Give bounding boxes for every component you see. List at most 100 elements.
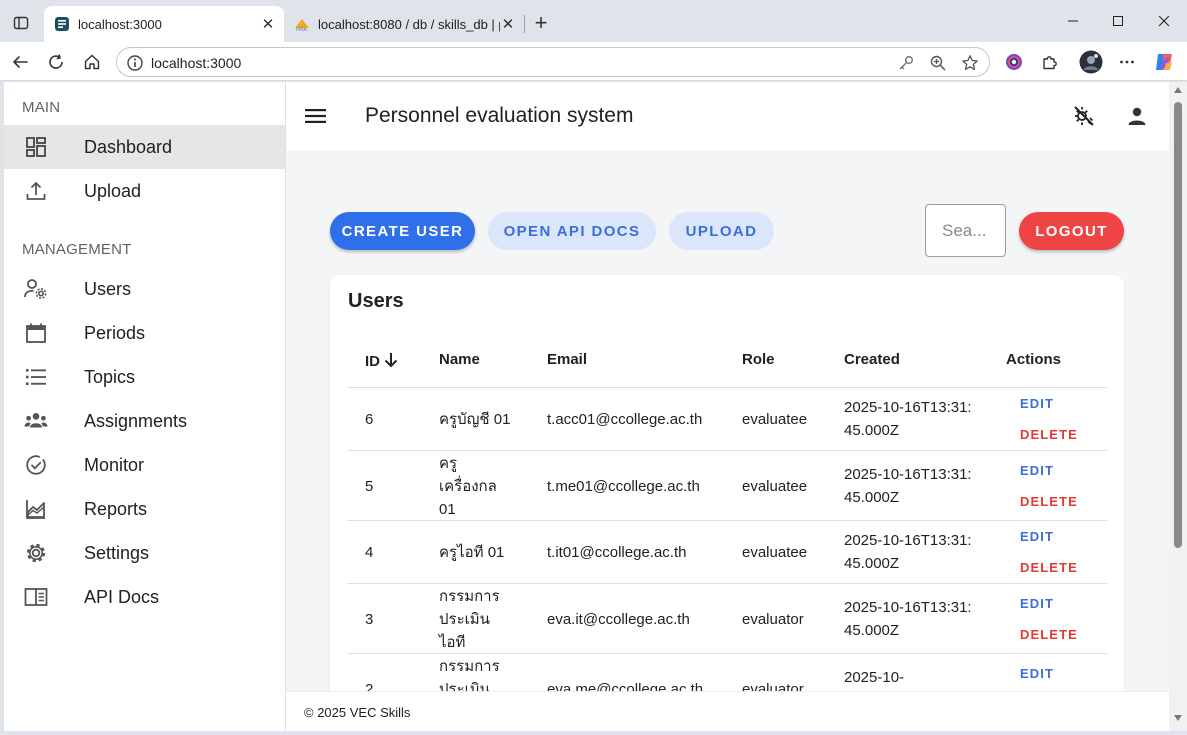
menu-icon[interactable] [304,104,328,128]
browser-tabstrip: localhost:3000 ✕ PMA localhost:8080 / db… [0,0,1187,42]
back-icon[interactable] [8,50,32,74]
cell-name: ครูบัญชี 01 [439,411,511,428]
close-window-icon[interactable] [1152,10,1176,32]
tab-title: localhost:8080 / db / skills_db | ph [318,16,500,32]
upload-icon [24,179,48,203]
browser-toolbar: localhost:3000 [0,42,1187,81]
svg-text:PMA: PMA [296,27,307,32]
favorite-star-icon[interactable] [961,54,979,72]
users-gear-icon [24,277,48,301]
more-options-icon[interactable] [1115,50,1139,74]
sidebar-item-reports[interactable]: Reports [4,487,285,531]
page-title: Personnel evaluation system [365,104,634,127]
footer-copyright: © 2025 VEC Skills [304,705,411,720]
edit-button[interactable]: EDIT [1020,463,1054,478]
scrollbar-thumb[interactable] [1174,102,1182,548]
delete-button[interactable]: DELETE [1020,560,1078,575]
profile-avatar[interactable] [1079,50,1103,74]
zoom-icon[interactable] [929,54,947,72]
sidebar-item-dashboard[interactable]: Dashboard [4,125,285,169]
page-scrollbar[interactable] [1169,82,1187,731]
close-tab-icon[interactable]: ✕ [260,16,276,33]
cell-email: t.me01@ccollege.ac.th [547,478,700,495]
browser-tab-inactive[interactable]: PMA localhost:8080 / db / skills_db | ph… [284,6,524,42]
sidebar-item-label: Users [84,278,132,299]
site-info-icon[interactable] [126,54,144,72]
sidebar-item-label: Reports [84,498,148,519]
scroll-up-arrow-icon[interactable] [1174,87,1182,93]
logout-button[interactable]: LOGOUT [1019,212,1124,250]
cell-created: 2025-10-16T13:31:45.000Z [844,599,972,639]
page-favicon-icon [55,17,69,31]
cell-role: evaluatee [742,411,808,428]
search-field [925,204,1006,257]
column-header-created[interactable]: Created [844,351,900,368]
delete-button[interactable]: DELETE [1020,627,1078,642]
extensions-puzzle-icon[interactable] [1038,50,1062,74]
calendar-icon [24,321,48,345]
cell-id: 4 [365,544,374,561]
minimize-icon[interactable] [1061,10,1085,32]
sidebar-item-label: Monitor [84,454,145,475]
section-label-management: MANAGEMENT [22,241,132,258]
edit-button[interactable]: EDIT [1020,529,1054,544]
maximize-icon[interactable] [1106,10,1130,32]
edit-button[interactable]: EDIT [1020,596,1054,611]
cell-name: ครูไอที 01 [439,544,505,561]
open-api-docs-button[interactable]: OPEN API DOCS [488,212,656,250]
column-header-id[interactable]: ID [365,351,400,370]
edit-button[interactable]: EDIT [1020,396,1054,411]
home-icon[interactable] [80,50,104,74]
extension-color-icon[interactable] [1002,50,1026,74]
sidebar-item-settings[interactable]: Settings [4,531,285,575]
column-header-actions: Actions [1006,351,1062,368]
sidebar-item-api-docs[interactable]: API Docs [4,575,285,619]
cell-role: evaluator [742,611,804,628]
sidebar-item-topics[interactable]: Topics [4,355,285,399]
main-content: Personnel evaluation system CREATE USER … [286,82,1169,731]
delete-button[interactable]: DELETE [1020,494,1078,509]
column-header-email[interactable]: Email [547,351,587,368]
column-header-role[interactable]: Role [742,351,775,368]
account-icon[interactable] [1125,104,1149,128]
edit-button[interactable]: EDIT [1020,666,1054,681]
list-icon [24,365,48,389]
group-icon [24,409,48,433]
tab-title: localhost:3000 [78,16,162,32]
column-header-name[interactable]: Name [439,351,480,368]
table-row: 6 ครูบัญชี 01 t.acc01@ccollege.ac.th eva… [347,388,1107,451]
users-card: Users ID Name Email Role Created Actions… [330,275,1124,731]
search-input[interactable] [926,205,1005,256]
table-header: ID Name Email Role Created Actions [347,335,1107,388]
cell-role: evaluatee [742,478,808,495]
sidebar-item-periods[interactable]: Periods [4,311,285,355]
key-icon[interactable] [897,54,915,72]
copilot-icon[interactable] [1152,50,1176,74]
create-user-button[interactable]: CREATE USER [330,212,475,250]
sidebar-item-users[interactable]: Users [4,267,285,311]
browser-tab-active[interactable]: localhost:3000 ✕ [44,6,284,42]
users-card-title: Users [348,290,404,312]
sidebar-item-assignments[interactable]: Assignments [4,399,285,443]
sidebar-item-upload[interactable]: Upload [4,169,285,213]
new-tab-icon[interactable]: + [530,10,552,35]
sidebar-item-label: Settings [84,542,150,563]
theme-toggle-icon[interactable] [1072,104,1096,128]
sort-descending-icon[interactable] [382,351,400,369]
check-circle-icon [24,453,48,477]
cell-email: t.acc01@ccollege.ac.th [547,411,703,428]
upload-button[interactable]: UPLOAD [669,212,774,250]
tab-separator [524,15,525,33]
tab-actions-icon[interactable] [8,10,34,36]
cell-created: 2025-10-16T13:31:45.000Z [844,399,972,439]
cell-created: 2025-10-16T13:31:45.000Z [844,532,972,572]
scroll-down-arrow-icon[interactable] [1174,715,1182,721]
close-tab-icon[interactable]: ✕ [500,16,516,33]
phpmyadmin-favicon-icon: PMA [295,19,309,32]
table-row: 3 กรรมการประเมินไอที eva.it@ccollege.ac.… [347,584,1107,654]
delete-button[interactable]: DELETE [1020,427,1078,442]
sidebar: MAIN Dashboard Upload MANAGEMENT Users P… [4,82,286,731]
address-bar[interactable]: localhost:3000 [116,47,990,77]
sidebar-item-monitor[interactable]: Monitor [4,443,285,487]
reload-icon[interactable] [44,50,68,74]
